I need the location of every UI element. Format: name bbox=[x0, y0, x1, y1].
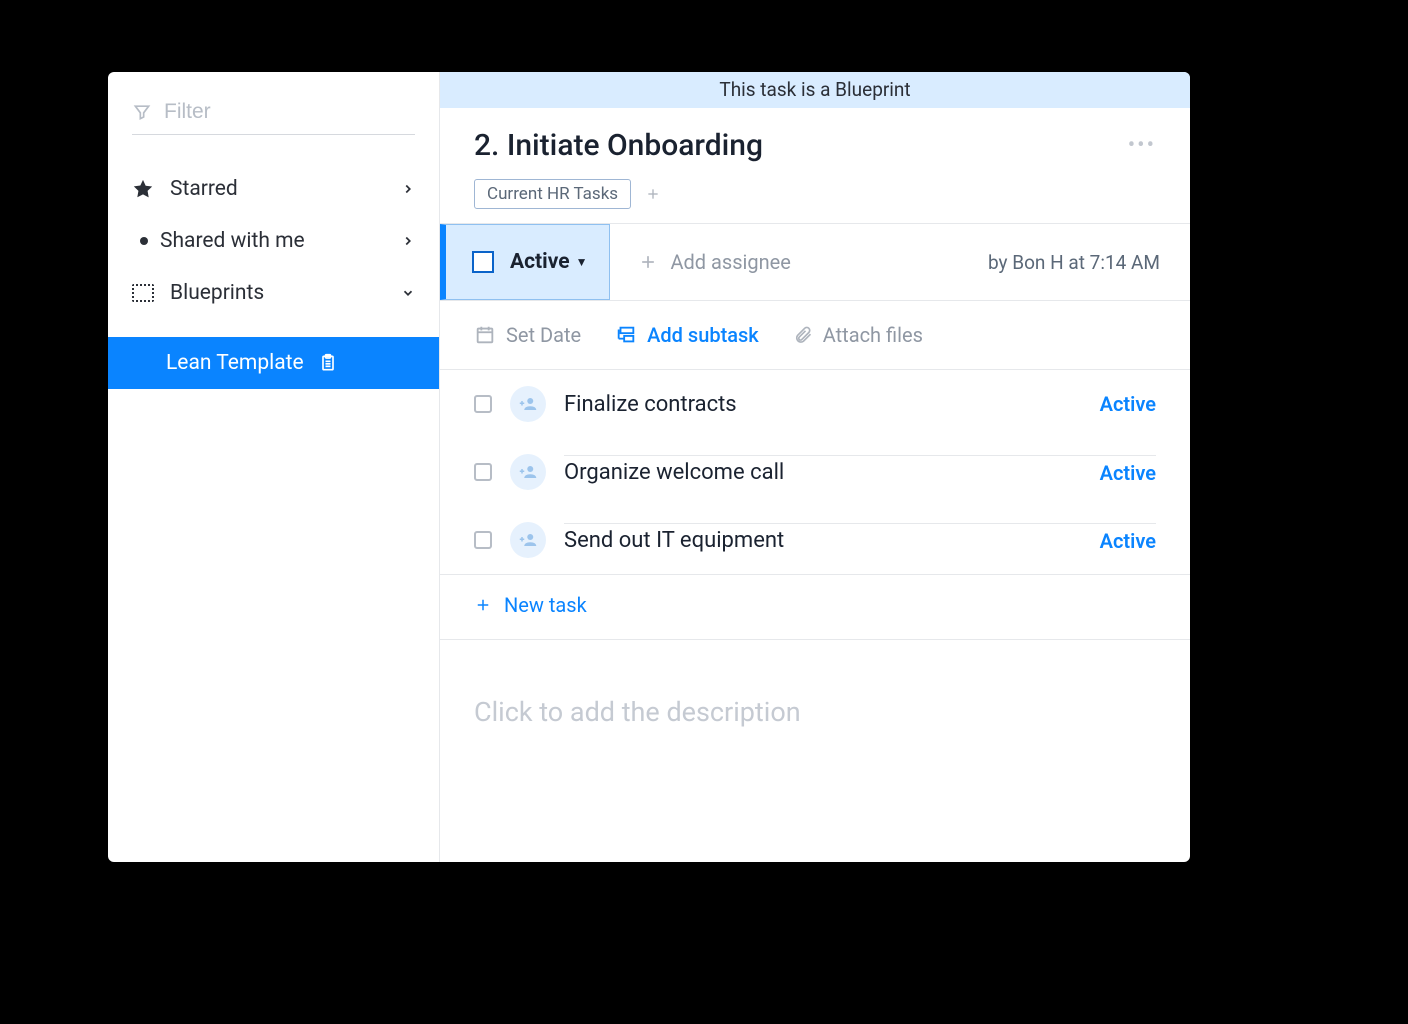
attach-files-label: Attach files bbox=[823, 323, 923, 347]
subtask-title: Send out IT equipment bbox=[564, 528, 784, 553]
subtask-status[interactable]: Active bbox=[1100, 529, 1156, 553]
assignee-placeholder-icon[interactable] bbox=[510, 522, 546, 558]
app-window: Starred Shared with me Blueprints Lean T… bbox=[108, 72, 1190, 862]
add-subtask-label: Add subtask bbox=[647, 323, 759, 347]
set-date-button[interactable]: Set Date bbox=[474, 323, 581, 347]
new-task-button[interactable]: New task bbox=[440, 574, 1190, 640]
bullet-icon bbox=[140, 237, 148, 245]
action-row: Set Date Add subtask Attach files bbox=[440, 301, 1190, 370]
task-tag[interactable]: Current HR Tasks bbox=[474, 179, 631, 209]
clipboard-icon bbox=[318, 352, 338, 374]
chevron-right-icon bbox=[401, 182, 415, 196]
task-header: 2. Initiate Onboarding ••• Current HR Ta… bbox=[440, 108, 1190, 223]
task-title[interactable]: 2. Initiate Onboarding bbox=[474, 128, 763, 163]
filter-input[interactable] bbox=[164, 100, 435, 124]
status-label: Active bbox=[510, 250, 570, 274]
sidebar-item-shared[interactable]: Shared with me bbox=[108, 215, 439, 267]
plus-icon bbox=[474, 596, 492, 614]
sidebar-item-label: Lean Template bbox=[166, 351, 304, 375]
description-placeholder[interactable]: Click to add the description bbox=[440, 640, 1190, 784]
more-menu-icon[interactable]: ••• bbox=[1128, 133, 1156, 158]
add-subtask-button[interactable]: Add subtask bbox=[615, 323, 759, 347]
sidebar: Starred Shared with me Blueprints Lean T… bbox=[108, 72, 440, 862]
assignee-placeholder-icon[interactable] bbox=[510, 386, 546, 422]
chevron-right-icon bbox=[401, 234, 415, 248]
filter-field[interactable] bbox=[132, 94, 415, 135]
task-byline: by Bon H at 7:14 AM bbox=[988, 251, 1160, 274]
sidebar-item-blueprints[interactable]: Blueprints bbox=[108, 267, 439, 319]
subtask-status[interactable]: Active bbox=[1100, 392, 1156, 416]
sidebar-item-starred[interactable]: Starred bbox=[108, 163, 439, 215]
chevron-down-icon bbox=[401, 286, 415, 300]
main-panel: This task is a Blueprint 2. Initiate Onb… bbox=[440, 72, 1190, 862]
add-assignee-button[interactable]: Add assignee bbox=[638, 250, 790, 274]
assignee-placeholder-icon[interactable] bbox=[510, 454, 546, 490]
sidebar-item-label: Starred bbox=[170, 177, 238, 201]
status-row: Active ▼ Add assignee by Bon H at 7:14 A… bbox=[440, 223, 1190, 301]
filter-icon bbox=[132, 102, 152, 122]
subtask-checkbox[interactable] bbox=[474, 395, 492, 413]
new-task-label: New task bbox=[504, 593, 587, 617]
subtask-row[interactable]: Organize welcome call Active bbox=[440, 438, 1190, 506]
subtask-status[interactable]: Active bbox=[1100, 461, 1156, 485]
subtask-checkbox[interactable] bbox=[474, 531, 492, 549]
attach-files-button[interactable]: Attach files bbox=[793, 323, 923, 347]
sidebar-item-lean-template[interactable]: Lean Template bbox=[108, 337, 439, 389]
subtask-title: Organize welcome call bbox=[564, 460, 784, 485]
calendar-icon bbox=[474, 324, 496, 346]
caret-down-icon: ▼ bbox=[576, 255, 588, 269]
subtask-title: Finalize contracts bbox=[564, 392, 737, 417]
dashed-box-icon bbox=[132, 284, 154, 302]
subtask-icon bbox=[615, 324, 637, 346]
blueprint-banner: This task is a Blueprint bbox=[440, 72, 1190, 108]
paperclip-icon bbox=[793, 324, 813, 346]
set-date-label: Set Date bbox=[506, 323, 581, 347]
subtask-checkbox[interactable] bbox=[474, 463, 492, 481]
status-dropdown[interactable]: Active ▼ bbox=[440, 224, 610, 300]
sidebar-item-label: Shared with me bbox=[160, 229, 305, 253]
add-assignee-label: Add assignee bbox=[670, 250, 790, 274]
sidebar-item-label: Blueprints bbox=[170, 281, 264, 305]
subtask-list: Finalize contracts Active Organize welco… bbox=[440, 370, 1190, 574]
add-tag-button[interactable] bbox=[641, 186, 665, 202]
subtask-row[interactable]: Finalize contracts Active bbox=[440, 370, 1190, 438]
star-icon bbox=[132, 178, 154, 200]
status-checkbox[interactable] bbox=[472, 251, 494, 273]
subtask-row[interactable]: Send out IT equipment Active bbox=[440, 506, 1190, 574]
